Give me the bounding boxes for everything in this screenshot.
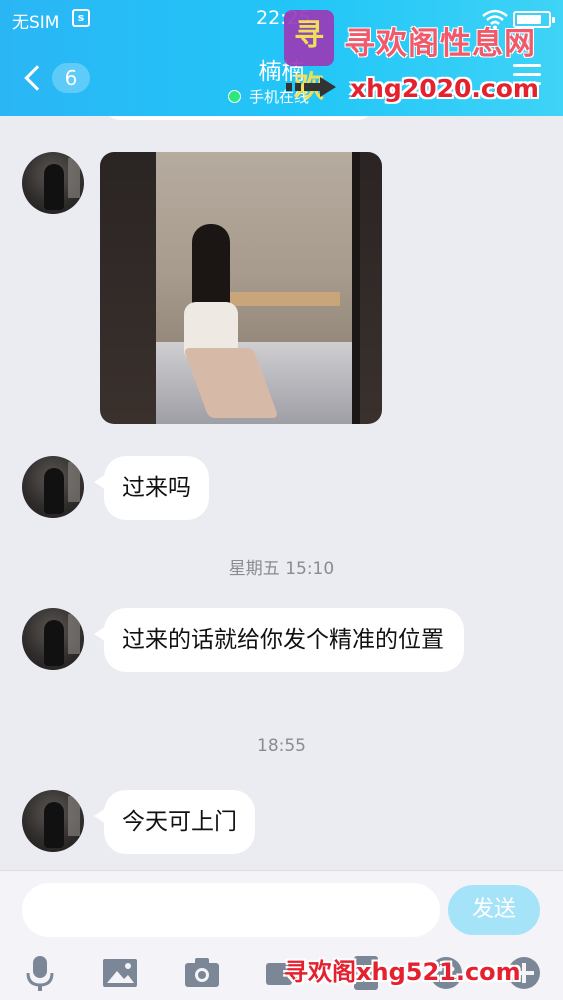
arrow-right-icon [286,77,336,97]
message-bubble[interactable]: 今天可上门 [94,790,255,854]
chat-header: 无SIM s 22:25 6 楠楠 手机在线 寻欢 寻欢阁性息网 xhg2020… [0,0,563,116]
timestamp-divider: 18:55 [257,736,306,756]
online-dot-icon [228,90,241,103]
message-bubble[interactable]: 过来吗 [94,456,209,520]
image-icon[interactable] [100,953,140,993]
avatar[interactable] [22,456,84,518]
watermark-title: 寻欢阁性息网 [344,26,536,62]
camera-icon[interactable] [182,953,222,993]
avatar[interactable] [22,790,84,852]
message-bubble[interactable]: 过来的话就给你发个精准的位置 [94,608,464,672]
image-message[interactable] [100,152,382,424]
send-button[interactable]: 发送 [448,885,540,935]
message-bubble [104,116,374,120]
timestamp-divider: 星期五 15:10 [228,559,335,579]
watermark-footer: 寻欢阁xhg521.com [284,958,521,986]
watermark-banner: 寻欢 寻欢阁性息网 xhg2020.com [282,10,563,110]
avatar[interactable] [22,152,84,214]
watermark-logo: 寻欢 [284,10,334,105]
carrier-label: 无SIM [12,13,60,33]
sim-icon: s [72,9,90,27]
microphone-icon[interactable] [20,953,60,993]
message-input[interactable] [22,883,440,937]
watermark-url: xhg2020.com [350,74,539,103]
avatar[interactable] [22,608,84,670]
message-list[interactable]: 过来吗 星期五 15:10 过来的话就给你发个精准的位置 18:55 今天可上门 [0,116,563,870]
